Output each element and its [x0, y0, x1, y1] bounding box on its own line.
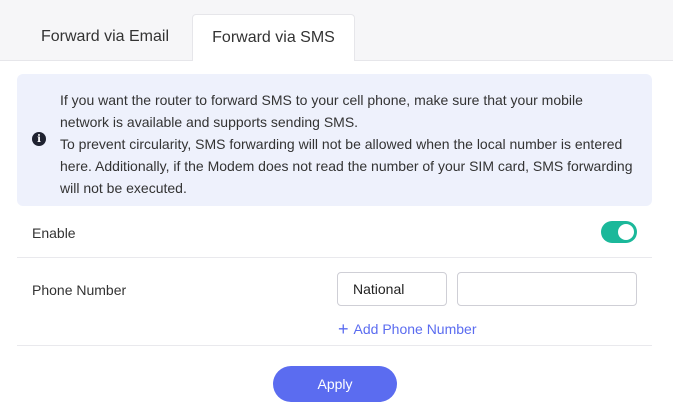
apply-button[interactable]: Apply: [273, 366, 397, 402]
phone-number-input[interactable]: [457, 272, 637, 306]
tab-forward-via-email[interactable]: Forward via Email: [18, 14, 192, 60]
tab-bar: Forward via Email Forward via SMS: [0, 0, 673, 61]
enable-toggle[interactable]: [601, 221, 637, 243]
toggle-knob: [618, 224, 634, 240]
notice-line-2: To prevent circularity, SMS forwarding w…: [60, 136, 633, 196]
notice-text: If you want the router to forward SMS to…: [60, 89, 635, 199]
divider: [17, 257, 652, 258]
plus-icon: +: [338, 319, 349, 339]
info-notice: i If you want the router to forward SMS …: [17, 74, 652, 206]
info-icon: i: [32, 132, 46, 146]
phone-number-label: Phone Number: [32, 282, 127, 298]
tab-forward-via-sms[interactable]: Forward via SMS: [192, 14, 355, 61]
divider: [17, 345, 652, 346]
add-phone-number-label: Add Phone Number: [353, 321, 477, 337]
add-phone-number-link[interactable]: + Add Phone Number: [338, 320, 476, 338]
number-type-select[interactable]: National: [337, 272, 447, 306]
notice-line-1: If you want the router to forward SMS to…: [60, 92, 583, 130]
enable-label: Enable: [32, 225, 76, 241]
